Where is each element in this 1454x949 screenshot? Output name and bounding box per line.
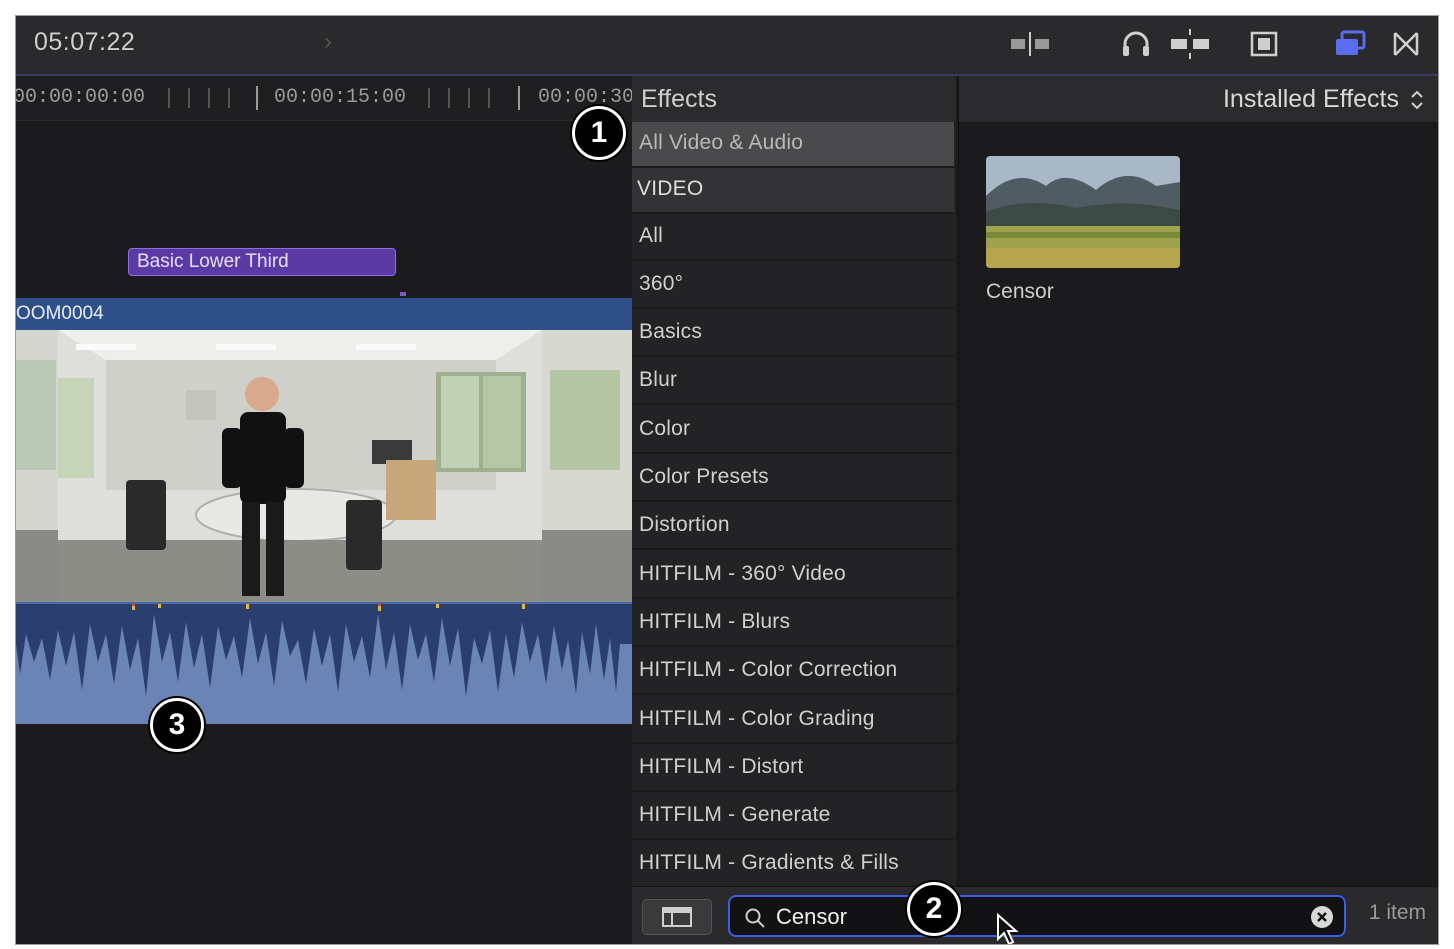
connection-marker <box>400 292 406 296</box>
clip-name: OOM0004 <box>16 303 104 324</box>
category-label: Basics <box>639 320 703 343</box>
audio-skimming-icon[interactable] <box>1116 24 1156 64</box>
transitions-browser-icon[interactable] <box>1386 24 1426 64</box>
category-blur[interactable]: Blur <box>632 359 954 405</box>
category-label: HITFILM - Blurs <box>639 610 791 633</box>
effects-browser-icon[interactable] <box>1330 24 1370 64</box>
category-hitfilm-color-grading[interactable]: HITFILM - Color Grading <box>632 698 954 744</box>
search-icon <box>745 908 765 928</box>
item-count: 1 item <box>1368 901 1426 924</box>
category-section-video[interactable]: VIDEO <box>632 168 954 214</box>
effects-bottom-bar: 1 item <box>632 886 1438 944</box>
audio-waveform[interactable] <box>16 602 632 724</box>
category-hitfilm-gradients-fills[interactable]: HITFILM - Gradients & Fills <box>632 842 954 888</box>
category-all-video-audio[interactable]: All Video & Audio <box>632 122 954 168</box>
ruler-label: 00:00:00:00 <box>15 86 146 109</box>
video-clip-header[interactable]: OOM0004 <box>16 298 632 330</box>
effects-title: Effects <box>641 85 717 113</box>
category-label: HITFILM - Generate <box>639 803 831 826</box>
callout-2: 2 <box>907 882 961 936</box>
clip-appearance-icon[interactable] <box>1244 24 1284 64</box>
final-cut-window: 05:07:22 › 00:00:00:00 00:00:15:00 00:00… <box>15 15 1439 945</box>
effects-category-list[interactable]: Effects All Video & Audio VIDEO All 360°… <box>632 76 956 888</box>
timeline[interactable]: 00:00:00:00 00:00:15:00 00:00:30 Basic L… <box>15 76 635 944</box>
results-header[interactable]: Installed Effects <box>959 76 1438 123</box>
timeline-ruler[interactable]: 00:00:00:00 00:00:15:00 00:00:30 <box>15 76 635 121</box>
category-label: Color <box>639 417 691 440</box>
category-hitfilm-360-video[interactable]: HITFILM - 360° Video <box>632 553 954 599</box>
category-hitfilm-color-correction[interactable]: HITFILM - Color Correction <box>632 649 954 695</box>
clear-search-icon[interactable] <box>1310 905 1334 929</box>
chevron-updown-icon[interactable] <box>1409 89 1425 111</box>
category-label: Color Presets <box>639 465 769 488</box>
category-basics[interactable]: Basics <box>632 311 954 357</box>
mouse-cursor-icon <box>997 913 1019 944</box>
callout-3: 3 <box>150 698 204 752</box>
skimming-icon[interactable] <box>1010 24 1050 64</box>
category-label: All <box>639 224 663 247</box>
installed-effects-menu[interactable]: Installed Effects <box>1223 85 1399 114</box>
category-distortion[interactable]: Distortion <box>632 504 954 550</box>
category-label: All Video & Audio <box>639 131 804 154</box>
effects-results-pane: Installed Effects Censor <box>958 76 1438 886</box>
category-label: Distortion <box>639 513 730 536</box>
effects-header: Effects <box>632 76 956 123</box>
category-hitfilm-blurs[interactable]: HITFILM - Blurs <box>632 601 954 647</box>
category-label: HITFILM - 360° Video <box>639 562 846 585</box>
category-label: HITFILM - Distort <box>639 755 804 778</box>
category-all[interactable]: All <box>632 215 954 261</box>
timecode-display: 05:07:22 <box>34 28 136 56</box>
callout-1: 1 <box>572 106 626 160</box>
category-label: VIDEO <box>637 177 704 200</box>
effect-name-censor: Censor <box>986 280 1054 303</box>
snapping-icon[interactable] <box>1170 24 1210 64</box>
effects-search-field[interactable] <box>728 895 1346 937</box>
category-label: Blur <box>639 368 678 391</box>
category-360[interactable]: 360° <box>632 263 954 309</box>
chevron-right-icon[interactable]: › <box>324 28 332 56</box>
category-hitfilm-distort[interactable]: HITFILM - Distort <box>632 746 954 792</box>
sidebar-icon <box>662 907 692 927</box>
sidebar-toggle-button[interactable] <box>642 899 712 935</box>
effect-thumbnail-censor[interactable] <box>986 156 1180 268</box>
effects-browser: Effects All Video & Audio VIDEO All 360°… <box>632 76 1438 944</box>
category-hitfilm-generate[interactable]: HITFILM - Generate <box>632 794 954 840</box>
search-input[interactable] <box>774 901 1298 933</box>
top-toolbar: 05:07:22 › <box>16 16 1438 76</box>
video-clip-filmstrip[interactable] <box>16 330 632 602</box>
category-label: HITFILM - Gradients & Fills <box>639 851 899 874</box>
ruler-label: 00:00:15:00 <box>274 86 407 109</box>
category-color[interactable]: Color <box>632 408 954 454</box>
title-clip[interactable]: Basic Lower Third <box>128 248 396 276</box>
category-label: HITFILM - Color Correction <box>639 658 898 681</box>
category-color-presets[interactable]: Color Presets <box>632 456 954 502</box>
ruler-label: 00:00:30 <box>538 86 635 109</box>
category-label: HITFILM - Color Grading <box>639 707 875 730</box>
category-label: 360° <box>639 272 684 295</box>
